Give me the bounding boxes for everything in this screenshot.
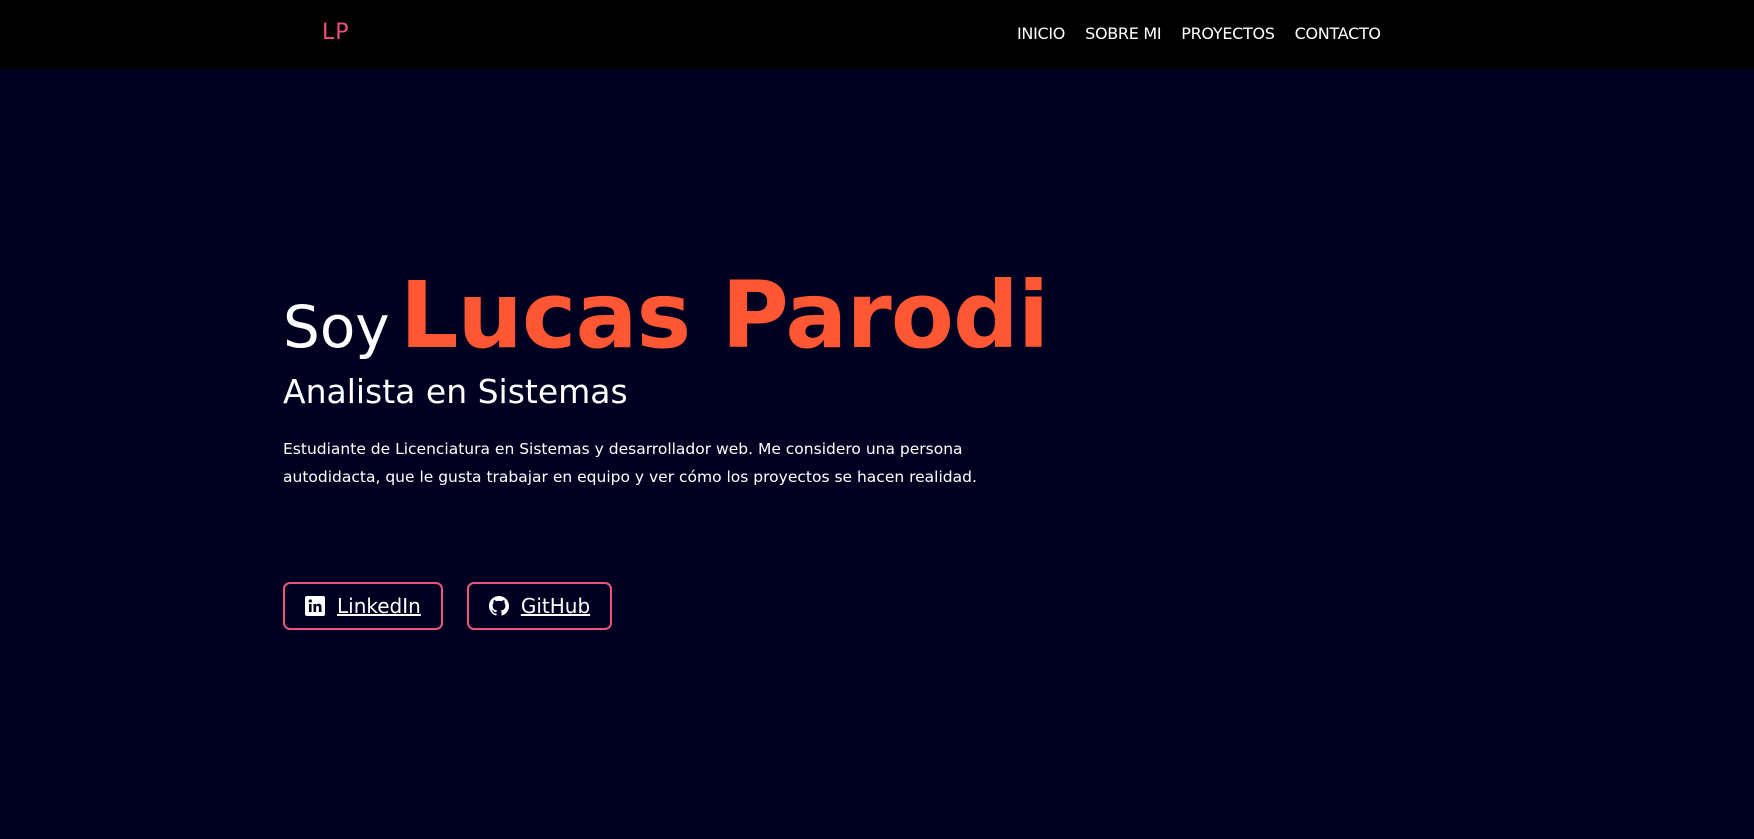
nav-proyectos[interactable]: PROYECTOS: [1181, 24, 1275, 43]
github-button[interactable]: GitHub: [466, 582, 613, 630]
linkedin-icon: [305, 596, 325, 616]
linkedin-button[interactable]: LinkedIn: [283, 582, 443, 630]
nav-contacto[interactable]: CONTACTO: [1295, 24, 1381, 43]
social-buttons: LinkedIn GitHub: [283, 582, 613, 630]
hero-description: Estudiante de Licenciatura en Sistemas y…: [283, 440, 977, 486]
title-prefix: Soy: [283, 293, 390, 361]
github-icon: [488, 596, 509, 616]
nav-inicio[interactable]: INICIO: [1017, 24, 1065, 43]
hero-section: Soy Lucas Parodi Analista en Sistemas Es…: [283, 270, 1049, 491]
hero-subtitle: Analista en Sistemas: [283, 372, 628, 411]
hero-title: Soy Lucas Parodi: [283, 270, 1049, 362]
hero-name: Lucas Parodi: [399, 262, 1050, 369]
github-label: GitHub: [520, 594, 591, 618]
linkedin-label: LinkedIn: [337, 594, 421, 618]
nav-sobre-mi[interactable]: SOBRE MI: [1085, 24, 1161, 43]
navbar: LP INICIO SOBRE MI PROYECTOS CONTACTO: [0, 0, 1754, 69]
logo[interactable]: LP: [322, 20, 350, 45]
main-nav: INICIO SOBRE MI PROYECTOS CONTACTO: [1017, 24, 1381, 43]
